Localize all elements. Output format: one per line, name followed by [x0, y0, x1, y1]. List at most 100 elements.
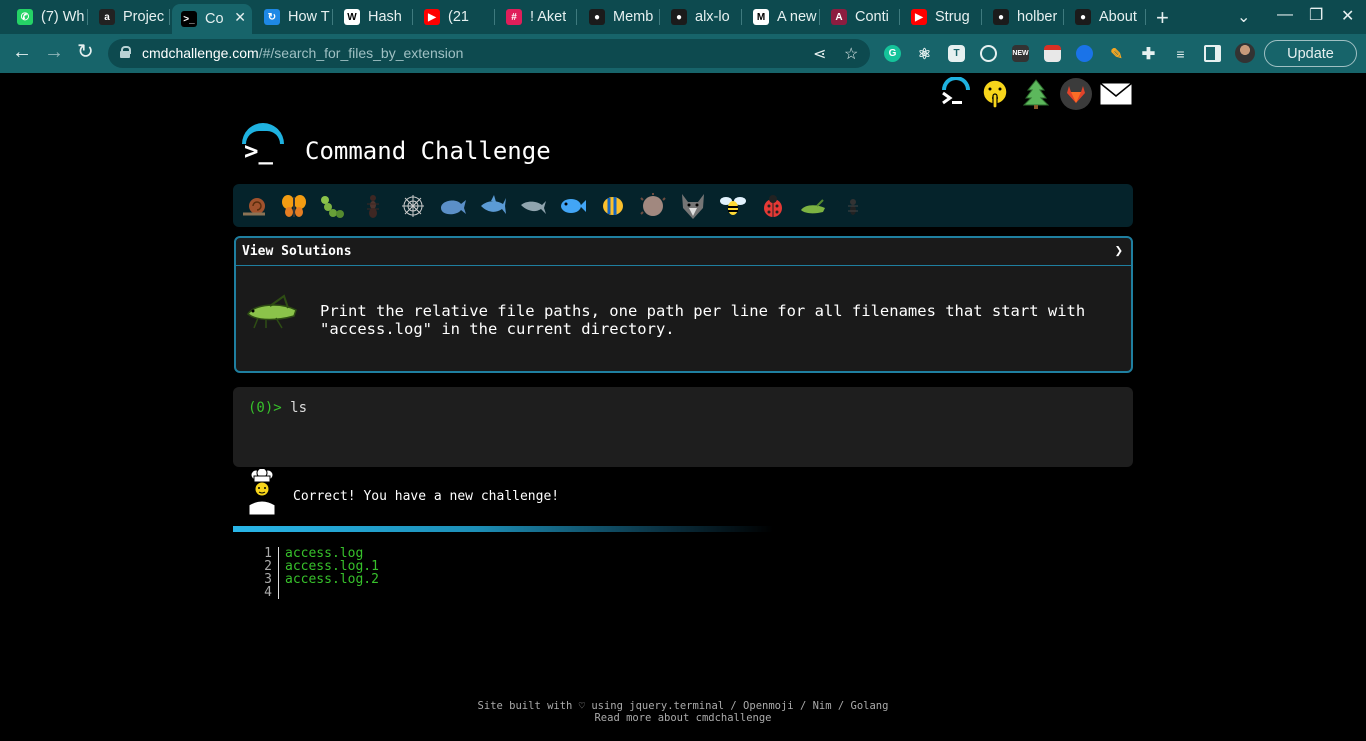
browser-tab-strip: ✆ (7) Wh a Projec >_ Co ✕ ↻ How T W Hash ▶ (21 # ! Ake…: [0, 0, 1366, 34]
close-window-button[interactable]: ✕: [1341, 6, 1354, 26]
snail-icon[interactable]: [241, 192, 269, 220]
wikipedia-icon: W: [344, 9, 360, 25]
tab-separator: [741, 9, 742, 25]
ladybug-icon[interactable]: [759, 192, 787, 220]
pen-extension-icon[interactable]: ✎: [1108, 45, 1125, 63]
view-solutions-toggle[interactable]: View Solutions ❯: [236, 238, 1131, 266]
github-icon: ●: [671, 9, 687, 25]
browser-tab[interactable]: A Conti: [822, 4, 900, 30]
new-tab-button[interactable]: +: [1156, 5, 1169, 31]
update-button[interactable]: Update: [1264, 40, 1357, 67]
url-text[interactable]: cmdchallenge.com/#/search_for_files_by_e…: [142, 45, 463, 61]
fish-icon[interactable]: [559, 192, 587, 220]
tree-icon[interactable]: [1016, 75, 1056, 113]
url-path: /#/search_for_files_by_extension: [258, 45, 464, 61]
blowfish-icon[interactable]: [639, 192, 667, 220]
browser-tab[interactable]: # ! Aket: [497, 4, 577, 30]
terminal-input[interactable]: (0)> ls: [233, 387, 1133, 467]
menu-icon[interactable]: ⋮: [1362, 44, 1366, 64]
browser-tab[interactable]: ↻ How T: [255, 4, 333, 30]
tab-separator: [576, 9, 577, 25]
close-tab-icon[interactable]: ✕: [234, 9, 246, 26]
terminal-prompt-line[interactable]: (0)> ls: [248, 400, 307, 416]
terminal-command: ls: [290, 400, 308, 416]
browser-tab[interactable]: ● alx-lo: [662, 4, 742, 30]
minimize-button[interactable]: —: [1277, 6, 1293, 24]
browser-tab[interactable]: ✆ (7) Wh: [8, 4, 88, 30]
gmail-icon: M: [753, 9, 769, 25]
output-line: 4: [262, 586, 379, 599]
butterfly-icon[interactable]: [280, 192, 308, 220]
challenge-panel: View Solutions ❯ Print the relative file…: [234, 236, 1133, 373]
asu-icon: A: [831, 9, 847, 25]
browser-tab[interactable]: >_ Co ✕: [172, 4, 252, 34]
chef-icon: [248, 469, 276, 515]
shark-icon[interactable]: [479, 192, 507, 220]
youtube-icon: ▶: [911, 9, 927, 25]
footer-about-link[interactable]: Read more about cmdchallenge: [0, 712, 1366, 724]
restore-button[interactable]: ❐: [1309, 5, 1323, 25]
whale-icon[interactable]: [439, 192, 467, 220]
browser-tab[interactable]: ▶ (21: [415, 4, 495, 30]
share-icon[interactable]: ⋖: [813, 44, 826, 64]
page-title: Command Challenge: [305, 137, 551, 165]
browser-tab[interactable]: ● holber: [984, 4, 1064, 30]
grammarly-icon[interactable]: G: [884, 45, 901, 62]
browser-tab[interactable]: ▶ Strug: [902, 4, 982, 30]
bee-icon[interactable]: [719, 192, 747, 220]
wolf-icon[interactable]: [679, 192, 707, 220]
extensions-puzzle-icon[interactable]: ✚: [1140, 45, 1157, 63]
tab-separator: [981, 9, 982, 25]
tab-separator: [1063, 9, 1064, 25]
tab-title: Conti: [855, 9, 889, 25]
browser-tab[interactable]: a Projec: [90, 4, 170, 30]
footer-credits[interactable]: Site built with ♡ using jquery.terminal …: [0, 700, 1366, 712]
terminal-icon: >_: [181, 11, 197, 27]
beetle-icon[interactable]: [839, 192, 867, 220]
github-icon: ●: [993, 9, 1009, 25]
new-badge-extension-icon[interactable]: NEW: [1012, 45, 1029, 62]
browser-tab[interactable]: M A new: [744, 4, 820, 30]
chevron-right-icon[interactable]: ❯: [1115, 243, 1123, 259]
browser-tab[interactable]: ● Memb: [580, 4, 660, 30]
reload-button[interactable]: ↻: [77, 42, 94, 62]
tab-title: Memb: [613, 9, 654, 25]
calendar-extension-icon[interactable]: [1044, 45, 1061, 62]
alx-icon: a: [99, 9, 115, 25]
tab-title: Projec: [123, 9, 165, 25]
tab-separator: [819, 9, 820, 25]
github-icon: ●: [1075, 9, 1091, 25]
dolphin-icon[interactable]: [519, 192, 547, 220]
profile-avatar[interactable]: [1235, 43, 1255, 63]
tab-title: A new: [777, 9, 817, 25]
react-devtools-icon[interactable]: ⚛: [916, 45, 933, 63]
tab-separator: [494, 9, 495, 25]
envelope-icon[interactable]: [1096, 75, 1136, 113]
loop-extension-icon[interactable]: [1076, 45, 1093, 62]
gitlab-icon[interactable]: [1056, 75, 1096, 113]
footer: Site built with ♡ using jquery.terminal …: [0, 700, 1366, 724]
tab-separator: [659, 9, 660, 25]
spider-web-icon[interactable]: [399, 192, 427, 220]
shushing-face-icon[interactable]: [976, 75, 1016, 113]
reading-list-icon[interactable]: ≡: [1172, 45, 1189, 62]
address-bar[interactable]: cmdchallenge.com/#/search_for_files_by_e…: [108, 39, 870, 68]
site-logo: >_: [240, 123, 286, 165]
side-panel-icon[interactable]: [1204, 45, 1221, 62]
url-host: cmdchallenge.com: [142, 45, 259, 61]
browser-tab[interactable]: W Hash: [335, 4, 413, 30]
lock-icon[interactable]: [120, 46, 131, 58]
caterpillar-icon[interactable]: [319, 192, 347, 220]
bookmark-star-icon[interactable]: ☆: [844, 44, 858, 64]
back-button[interactable]: ←: [12, 42, 32, 62]
tropical-fish-icon[interactable]: [599, 192, 627, 220]
browser-tab[interactable]: ● About: [1066, 4, 1146, 30]
slack-icon: #: [506, 9, 522, 25]
ant-icon[interactable]: [359, 192, 387, 220]
cmdchallenge-icon[interactable]: [936, 75, 976, 113]
text-extension-icon[interactable]: T: [948, 45, 965, 62]
forward-button[interactable]: →: [44, 42, 64, 62]
cricket-icon[interactable]: [799, 192, 827, 220]
circle-extension-icon[interactable]: [980, 45, 997, 62]
tab-search-icon[interactable]: ⌄: [1237, 7, 1250, 27]
